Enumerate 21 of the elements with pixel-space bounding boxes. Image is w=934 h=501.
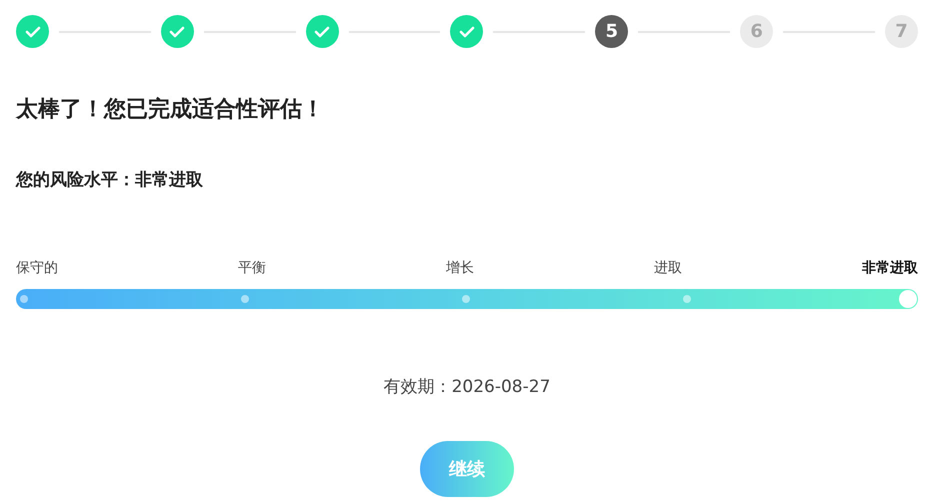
scale-tick — [682, 295, 691, 303]
check-icon — [24, 26, 40, 38]
risk-scale-label: 增长 — [446, 259, 474, 277]
risk-scale-label: 平衡 — [238, 259, 266, 277]
check-icon — [169, 26, 186, 38]
page-title: 太棒了！您已完成适合性评估！ — [16, 96, 325, 124]
step-indicator: 5 — [595, 15, 628, 48]
continue-button[interactable]: 继续 — [420, 441, 514, 497]
validity-date: 有效期：2026-08-27 — [382, 376, 552, 398]
check-icon — [458, 26, 475, 38]
risk-scale-label: 非常进取 — [862, 259, 918, 277]
step-indicator: 6 — [740, 15, 774, 48]
check-icon — [314, 26, 330, 38]
scale-tick — [462, 295, 470, 303]
step-indicator: 7 — [884, 15, 918, 48]
scale-tick — [240, 295, 249, 303]
risk-scale-label: 进取 — [654, 259, 682, 277]
scale-tick — [20, 295, 28, 303]
risk-scale-label: 保守的 — [16, 259, 58, 277]
slider-thumb[interactable] — [899, 290, 917, 308]
risk-level-text: 您的风险水平：非常进取 — [16, 169, 204, 191]
